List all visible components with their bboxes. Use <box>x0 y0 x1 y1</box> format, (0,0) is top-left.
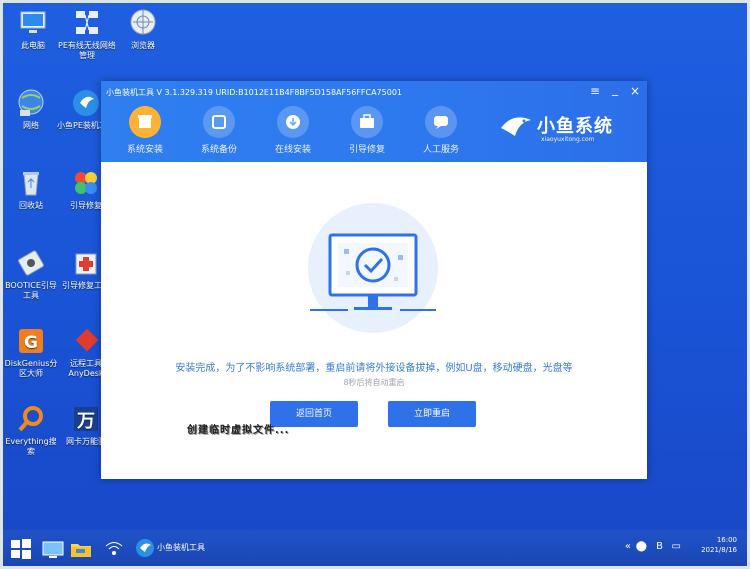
browser-icon <box>128 8 158 38</box>
restart-now-button[interactable]: 立即重启 <box>388 401 476 427</box>
desktop-show-icon[interactable] <box>42 538 64 558</box>
tray-expand-icon[interactable]: « <box>625 541 631 552</box>
brand-url: xiaoyuxitong.com <box>541 136 595 143</box>
restart-countdown: 8秒后将自动重启 <box>343 378 405 387</box>
everything-icon <box>16 404 46 434</box>
brand-logo: 小鱼系统 xiaoyuxitong.com <box>499 110 612 146</box>
svg-text:G: G <box>24 333 38 353</box>
menu-button[interactable]: ≡ <box>588 84 602 98</box>
online-install-icon <box>277 106 309 138</box>
desktop-icon-browser[interactable]: 浏览器 <box>113 8 173 51</box>
svg-text:万: 万 <box>76 411 95 432</box>
boot-repair-icon <box>71 168 101 198</box>
recycle-bin-icon <box>16 168 46 198</box>
tray-input-icon[interactable]: B <box>656 541 663 552</box>
desktop-icon-bootice[interactable]: BOOTICE引导工具 <box>1 248 61 301</box>
xiaoyu-pe-icon <box>71 88 101 118</box>
boot-repair-tool-icon <box>71 248 101 278</box>
desktop-icon-recycle-bin[interactable]: 回收站 <box>1 168 61 211</box>
start-windows-icon[interactable] <box>10 538 31 559</box>
desktop: 此电脑 PE有线无线网络管理 浏览器 网络 小鱼PE装机工具 回收站 引导修复 … <box>0 0 750 569</box>
anydesk-icon <box>71 326 101 356</box>
network-icon <box>16 88 46 118</box>
bootice-icon <box>16 248 46 278</box>
close-button[interactable]: × <box>628 84 642 98</box>
temp-file-status-text: 创建临时虚拟文件... <box>187 425 290 436</box>
network-manager-icon <box>72 8 102 38</box>
tab-boot-repair[interactable]: 引导修复 <box>332 106 402 155</box>
system-backup-icon <box>203 106 235 138</box>
tab-online-install[interactable]: 在线安装 <box>258 106 328 155</box>
taskbar: 小鱼装机工具 « ⬤ B ▭ 16:00 2021/8/16 <box>3 530 747 566</box>
tab-system-backup[interactable]: 系统备份 <box>184 106 254 155</box>
taskbar-app-xiaoyu[interactable]: 小鱼装机工具 <box>133 533 221 563</box>
clock-date: 2021/8/16 <box>701 546 737 554</box>
fish-logo-icon <box>501 117 531 136</box>
minimize-button[interactable]: _ <box>608 82 622 96</box>
diskgenius-icon: G <box>16 326 46 356</box>
computer-icon <box>18 8 48 38</box>
desktop-icon-diskgenius[interactable]: G DiskGenius分区大师 <box>1 326 61 379</box>
taskbar-app-label: 小鱼装机工具 <box>157 543 205 552</box>
tray-language-icon[interactable]: ⬤ <box>636 541 647 552</box>
system-install-icon <box>129 106 161 138</box>
completion-illustration <box>308 203 438 333</box>
monitor-check-icon <box>310 233 436 311</box>
completion-message: 安装完成，为了不影响系统部署，重启前请将外接设备拔掉，例如U盘，移动硬盘，光盘等 <box>175 363 573 374</box>
tab-system-install[interactable]: 系统安装 <box>110 106 180 155</box>
desktop-icon-network[interactable]: 网络 <box>1 88 61 131</box>
tray-clock[interactable]: 16:00 2021/8/16 <box>701 535 737 555</box>
nic-driver-icon: 万 <box>71 404 101 434</box>
tab-support[interactable]: 人工服务 <box>406 106 476 155</box>
wifi-network-icon[interactable] <box>103 538 123 558</box>
xiaoyu-app-icon <box>136 539 154 557</box>
desktop-icon-computer[interactable]: 此电脑 <box>3 8 63 51</box>
boot-repair-icon <box>351 106 383 138</box>
installer-window: 小鱼装机工具 V 3.1.329.319 URID:B1012E11B4F8BF… <box>101 81 647 479</box>
tray-notify-icon[interactable]: ▭ <box>672 541 681 552</box>
window-title: 小鱼装机工具 V 3.1.329.319 URID:B1012E11B4F8BF… <box>106 88 403 97</box>
file-explorer-icon[interactable] <box>70 538 91 558</box>
clock-time: 16:00 <box>716 536 737 544</box>
support-chat-icon <box>425 106 457 138</box>
desktop-icon-pe-network[interactable]: PE有线无线网络管理 <box>57 8 117 61</box>
desktop-icon-everything[interactable]: Everything搜索 <box>1 404 61 457</box>
window-header: 小鱼装机工具 V 3.1.329.319 URID:B1012E11B4F8BF… <box>101 81 647 162</box>
brand-name: 小鱼系统 <box>537 116 613 137</box>
